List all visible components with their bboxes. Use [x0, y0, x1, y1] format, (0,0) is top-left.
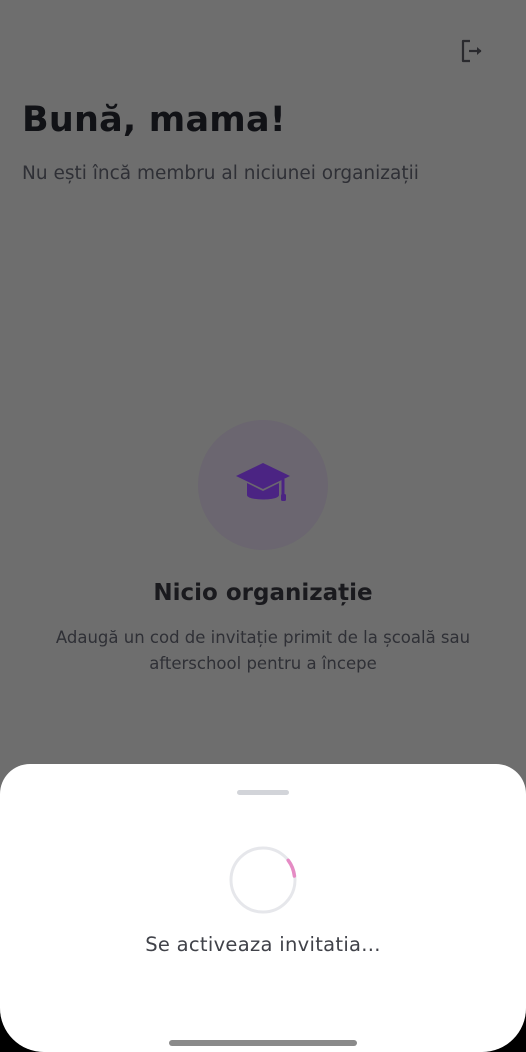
activation-status-text: Se activeaza invitatia... [145, 933, 381, 956]
sheet-drag-handle[interactable] [237, 790, 289, 795]
loading-spinner-icon [229, 846, 297, 914]
empty-state-description: Adaugă un cod de invitație primit de la … [55, 628, 471, 673]
app-screen: Bună, mama! Nu ești încă membru al niciu… [0, 0, 526, 1052]
logout-icon [461, 39, 482, 63]
graduation-cap-icon [236, 463, 290, 501]
bottom-sheet: Se activeaza invitatia... [0, 764, 526, 1052]
greeting-subtitle: Nu ești încă membru al niciunei organiza… [22, 163, 419, 184]
logout-button[interactable] [458, 37, 486, 65]
home-indicator [169, 1040, 357, 1046]
empty-state-title: Nicio organizație [153, 580, 373, 606]
greeting-title: Bună, mama! [22, 100, 286, 140]
empty-state-icon-circle [198, 420, 328, 550]
